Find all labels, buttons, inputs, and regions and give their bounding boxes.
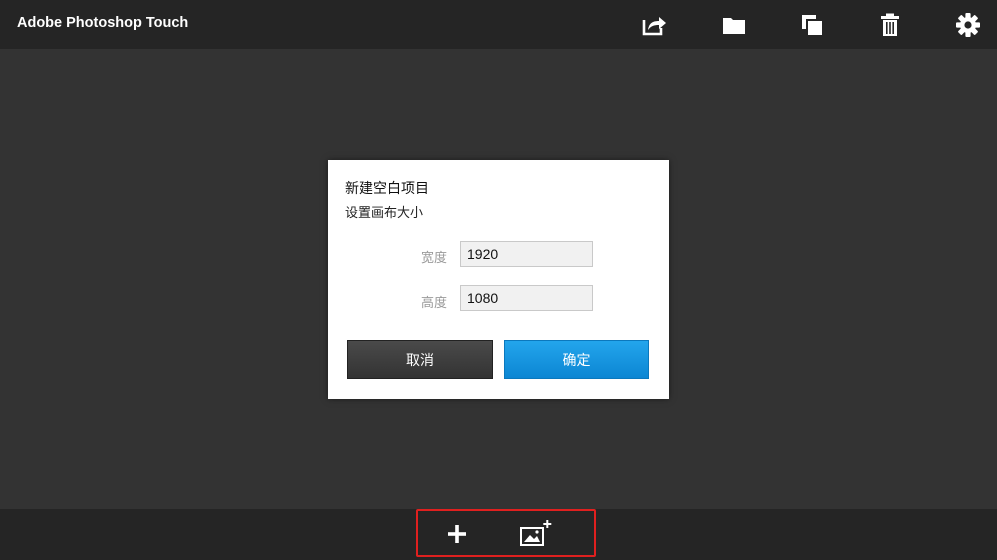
open-folder-button[interactable] bbox=[714, 5, 754, 45]
share-icon bbox=[642, 17, 666, 36]
add-image-icon bbox=[520, 520, 552, 546]
height-label: 高度 bbox=[420, 296, 447, 311]
share-button[interactable] bbox=[634, 5, 674, 45]
dialog-title: 新建空白项目 bbox=[345, 181, 429, 197]
settings-button[interactable] bbox=[948, 5, 988, 45]
app-title: Adobe Photoshop Touch bbox=[17, 15, 189, 31]
gear-icon bbox=[956, 13, 980, 37]
top-toolbar: Adobe Photoshop Touch bbox=[0, 0, 997, 49]
height-input[interactable] bbox=[460, 285, 593, 311]
new-project-button[interactable] bbox=[437, 513, 477, 555]
cancel-button[interactable]: 取消 bbox=[347, 340, 493, 379]
folder-icon bbox=[723, 18, 745, 34]
delete-button[interactable] bbox=[870, 5, 910, 45]
new-blank-project-dialog: 新建空白项目 设置画布大小 宽度 高度 取消 确定 bbox=[328, 160, 669, 399]
dialog-subtitle: 设置画布大小 bbox=[345, 206, 424, 221]
trash-icon bbox=[881, 13, 899, 36]
duplicate-icon bbox=[802, 15, 822, 35]
import-image-button[interactable] bbox=[516, 513, 556, 555]
plus-icon bbox=[448, 525, 466, 543]
duplicate-button[interactable] bbox=[792, 5, 832, 45]
width-input[interactable] bbox=[460, 241, 593, 267]
confirm-button[interactable]: 确定 bbox=[504, 340, 649, 379]
width-label: 宽度 bbox=[420, 251, 447, 266]
